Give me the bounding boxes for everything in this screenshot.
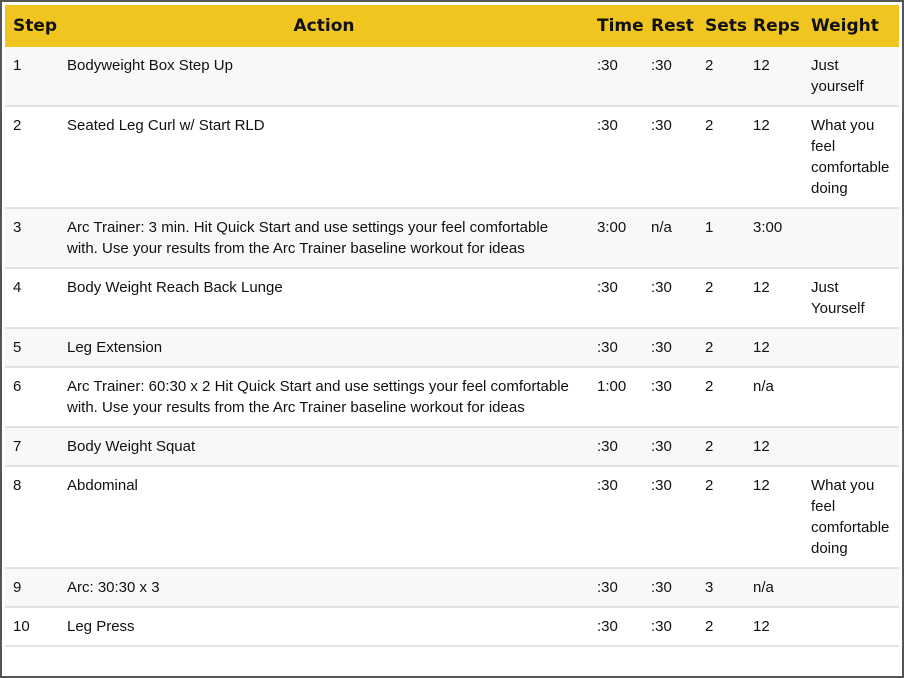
cell-sets: 2 bbox=[697, 47, 745, 107]
cell-weight bbox=[803, 568, 899, 608]
cell-action: Arc Trainer: 3 min. Hit Quick Start and … bbox=[59, 208, 589, 269]
cell-reps: 12 bbox=[745, 328, 803, 368]
cell-action: Leg Press bbox=[59, 607, 589, 647]
cell-step: 5 bbox=[5, 328, 59, 368]
cell-sets: 2 bbox=[697, 328, 745, 368]
cell-sets: 2 bbox=[697, 367, 745, 428]
cell-weight: Just yourself bbox=[803, 47, 899, 107]
cell-time: :30 bbox=[589, 268, 643, 329]
cell-sets: 2 bbox=[697, 466, 745, 569]
cell-reps: 12 bbox=[745, 427, 803, 467]
cell-time: :30 bbox=[589, 466, 643, 569]
header-time: Time bbox=[597, 16, 644, 36]
cell-sets: 1 bbox=[697, 208, 745, 269]
cell-rest: :30 bbox=[643, 367, 697, 428]
cell-step: 8 bbox=[5, 466, 59, 569]
cell-action: Seated Leg Curl w/ Start RLD bbox=[59, 106, 589, 209]
cell-action: Body Weight Squat bbox=[59, 427, 589, 467]
cell-time: :30 bbox=[589, 607, 643, 647]
table-row: 4 Body Weight Reach Back Lunge:30:30 2 12 Ju… bbox=[5, 268, 899, 329]
cell-step: 6 bbox=[5, 367, 59, 428]
table-row: 5 Leg Extension:30:30 2 12 bbox=[5, 328, 899, 368]
table-row: 2 Seated Leg Curl w/ Start RLD:30:30 2 12 Wh… bbox=[5, 106, 899, 209]
cell-reps: 12 bbox=[745, 607, 803, 647]
cell-rest: :30 bbox=[643, 268, 697, 329]
cell-action: Body Weight Reach Back Lunge bbox=[59, 268, 589, 329]
table-row: 1 Bodyweight Box Step Up:30:30 2 12 Just you… bbox=[5, 47, 899, 107]
cell-weight: What you feel comfortable doing bbox=[803, 466, 899, 569]
header-weight: Weight bbox=[811, 16, 879, 36]
cell-reps: n/a bbox=[745, 568, 803, 608]
cell-time: :30 bbox=[589, 427, 643, 467]
table-row: 7 Body Weight Squat:30:30 2 12 bbox=[5, 427, 899, 467]
cell-step: 10 bbox=[5, 607, 59, 647]
cell-step: 7 bbox=[5, 427, 59, 467]
cell-rest: :30 bbox=[643, 328, 697, 368]
workout-table-frame: Step Action Time Rest Sets Reps Weight 1… bbox=[0, 0, 904, 678]
cell-rest: :30 bbox=[643, 427, 697, 467]
cell-reps: 12 bbox=[745, 106, 803, 209]
workout-table: Step Action Time Rest Sets Reps Weight 1… bbox=[5, 5, 899, 647]
header-row: Step Action Time Rest Sets Reps Weight bbox=[5, 5, 899, 47]
cell-sets: 2 bbox=[697, 427, 745, 467]
cell-action: Arc Trainer: 60:30 x 2 Hit Quick Start a… bbox=[59, 367, 589, 428]
table-body: 1 Bodyweight Box Step Up:30:30 2 12 Just you… bbox=[5, 47, 899, 647]
cell-rest: :30 bbox=[643, 607, 697, 647]
cell-time: :30 bbox=[589, 106, 643, 209]
cell-action: Leg Extension bbox=[59, 328, 589, 368]
cell-time: :30 bbox=[589, 328, 643, 368]
cell-time: :30 bbox=[589, 47, 643, 107]
table-row: 9 Arc: 30:30 x 3:30:30 3 n/a bbox=[5, 568, 899, 608]
header-rest: Rest bbox=[651, 16, 694, 36]
cell-step: 1 bbox=[5, 47, 59, 107]
cell-weight bbox=[803, 427, 899, 467]
table-row: 3 Arc Trainer: 3 min. Hit Quick Start and… bbox=[5, 208, 899, 269]
cell-weight bbox=[803, 208, 899, 269]
cell-reps: 12 bbox=[745, 47, 803, 107]
cell-weight bbox=[803, 367, 899, 428]
cell-step: 4 bbox=[5, 268, 59, 329]
cell-action: Bodyweight Box Step Up bbox=[59, 47, 589, 107]
cell-step: 9 bbox=[5, 568, 59, 608]
cell-rest: :30 bbox=[643, 106, 697, 209]
cell-step: 2 bbox=[5, 106, 59, 209]
cell-sets: 2 bbox=[697, 106, 745, 209]
cell-rest: n/a bbox=[643, 208, 697, 269]
cell-sets: 3 bbox=[697, 568, 745, 608]
cell-sets: 2 bbox=[697, 607, 745, 647]
cell-action: Abdominal bbox=[59, 466, 589, 569]
cell-weight: Just Yourself bbox=[803, 268, 899, 329]
cell-weight bbox=[803, 328, 899, 368]
cell-reps: 3:00 bbox=[745, 208, 803, 269]
cell-rest: :30 bbox=[643, 47, 697, 107]
cell-reps: 12 bbox=[745, 268, 803, 329]
header-sets: Sets bbox=[705, 16, 748, 36]
table-header: Step Action Time Rest Sets Reps Weight bbox=[5, 5, 899, 47]
header-action: Action bbox=[293, 16, 355, 36]
cell-sets: 2 bbox=[697, 268, 745, 329]
cell-time: 3:00 bbox=[589, 208, 643, 269]
cell-rest: :30 bbox=[643, 466, 697, 569]
cell-reps: n/a bbox=[745, 367, 803, 428]
cell-weight bbox=[803, 607, 899, 647]
cell-time: 1:00 bbox=[589, 367, 643, 428]
header-reps: Reps bbox=[753, 16, 800, 36]
cell-step: 3 bbox=[5, 208, 59, 269]
table-row: 8 Abdominal:30:30 2 12 What you feel comfort… bbox=[5, 466, 899, 569]
table-row: 10 Leg Press:30:30 2 12 bbox=[5, 607, 899, 647]
cell-action: Arc: 30:30 x 3 bbox=[59, 568, 589, 608]
cell-weight: What you feel comfortable doing bbox=[803, 106, 899, 209]
header-step: Step bbox=[13, 16, 58, 36]
cell-time: :30 bbox=[589, 568, 643, 608]
table-row: 6 Arc Trainer: 60:30 x 2 Hit Quick Start … bbox=[5, 367, 899, 428]
cell-reps: 12 bbox=[745, 466, 803, 569]
cell-rest: :30 bbox=[643, 568, 697, 608]
